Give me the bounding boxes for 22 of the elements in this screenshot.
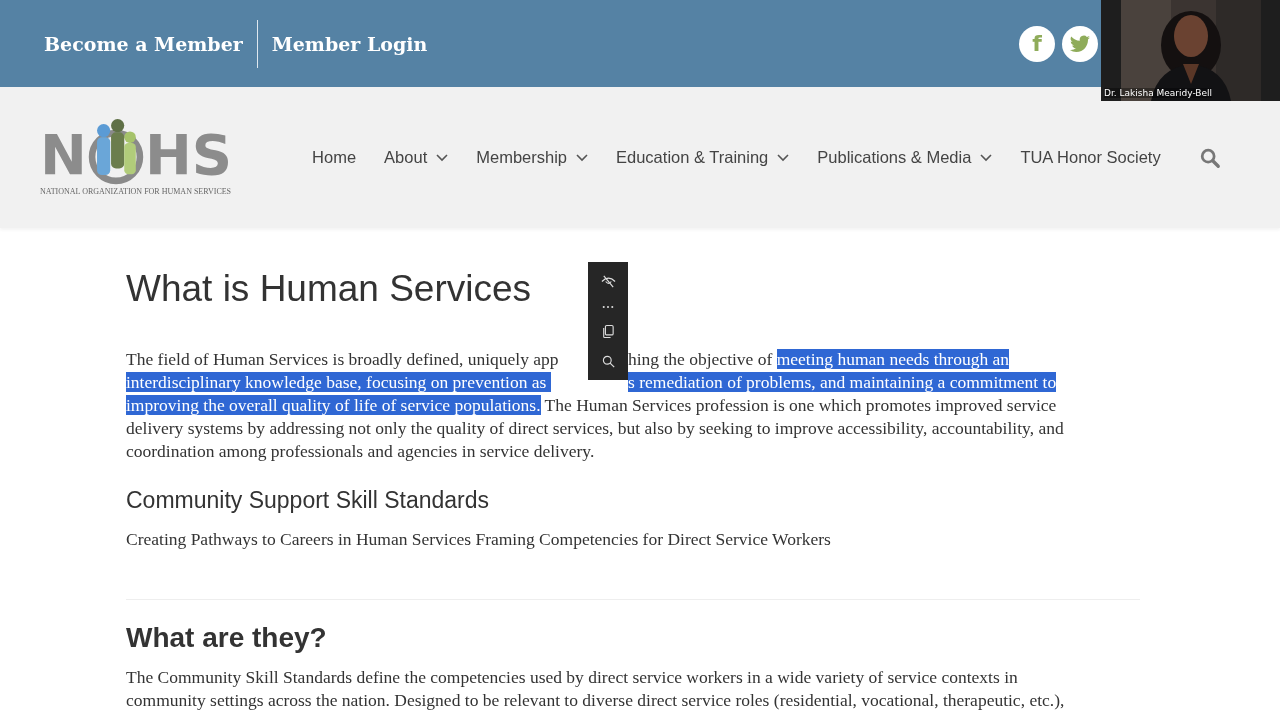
top-link[interactable]: Become a Member [44,32,243,55]
intro-paragraph: The field of Human Services is broadly defined, uniquely app hing the objective of meeting human needs through an interdisciplinary knowledge base, focusing on prevention as s remediation of problems, and maintaining a commitment to improving the overall quality of life of service populations. The Human Services profession is one which promotes improved service delivery systems by addressing not only the quality of direct services, but also by seeking to improve accessibility, accountability, and coordination among professionals and agencies in service delivery. [126,348,1065,463]
page-title: What is Human Services [126,268,532,310]
logo[interactable]: N HS NATIONAL ORGANIZATION FOR HUMAN SERVICES [40,118,233,197]
top-link[interactable]: Member Login [271,32,428,55]
more-icon[interactable] [602,304,614,309]
participant-name: Dr. Lakisha Mearidy-Bell [1104,88,1213,98]
nav-item[interactable]: Home [312,148,357,167]
nav-item[interactable]: Membership [476,148,588,167]
subheading-text: Creating Pathways to Careers in Human Services Framing Competencies for Direct Service Workers [126,528,832,551]
people-icon [86,118,145,185]
nav-item[interactable]: Education & Training [616,148,790,167]
section-heading: What are they? [126,622,328,654]
section-paragraph: The Community Skill Standards define the competencies used by direct service workers in a wide variety of service contexts in community settings across the nation. Designed to be relevant to diverse direct service roles (residential, vocational, therapeutic, etc.), [126,666,1066,712]
subheading: Community Support Skill Standards [126,487,491,514]
nav-item[interactable]: Publications & Media [817,148,993,167]
eye-off-icon[interactable] [600,273,616,289]
copy-icon[interactable] [602,324,614,340]
nav-item[interactable]: TUA Honor Society [1020,148,1161,167]
nav-item[interactable]: About [384,148,449,167]
search-icon[interactable] [601,355,615,369]
social-button[interactable] [1062,25,1098,62]
